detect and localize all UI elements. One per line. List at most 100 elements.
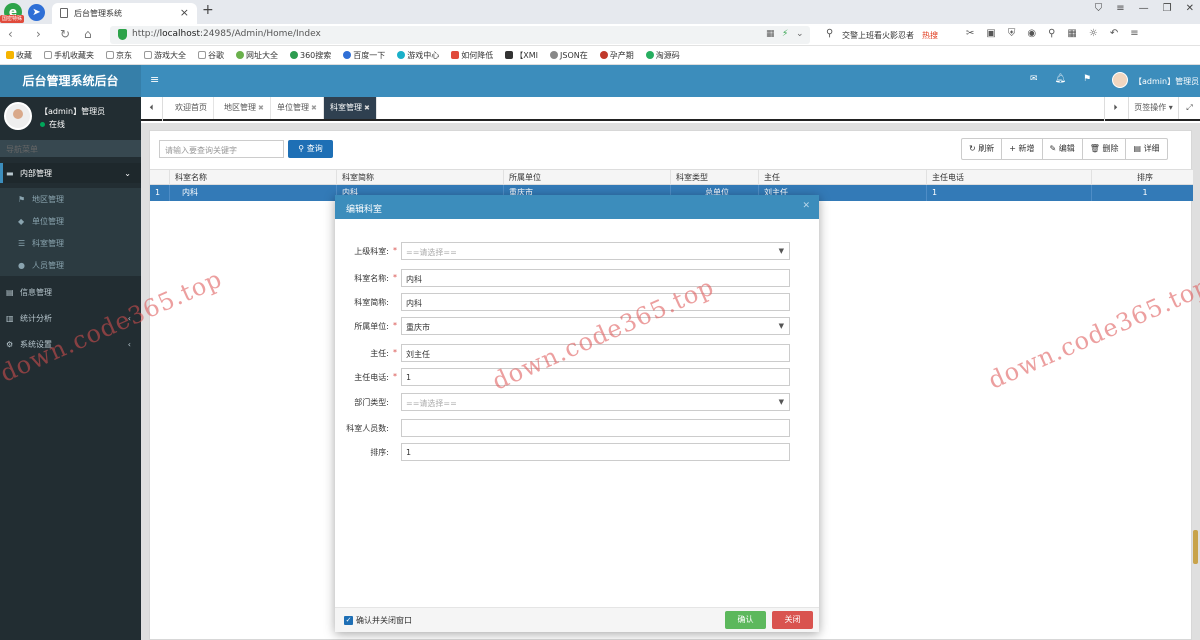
tab-welcome[interactable]: 欢迎首页	[169, 97, 214, 119]
bookmark-item[interactable]: 360搜索	[290, 50, 331, 61]
minimize-icon[interactable]: —	[1139, 3, 1149, 14]
header-cell[interactable]: 排序	[1092, 170, 1193, 186]
bookmark-item[interactable]: 百度一下	[343, 50, 385, 61]
navigate-icon[interactable]: ➤	[28, 4, 45, 21]
header-cell[interactable]: 主任	[759, 170, 927, 186]
avatar[interactable]	[1112, 72, 1128, 88]
header-cell[interactable]: 所属单位	[504, 170, 671, 186]
dept-type-select[interactable]: ==请选择== ▼	[401, 393, 790, 411]
table-cell: 内科	[170, 185, 337, 201]
back-icon[interactable]: ‹	[8, 27, 13, 41]
bookmark-item[interactable]: 如何降低	[451, 50, 493, 61]
grid-icon[interactable]: ▦	[766, 29, 775, 39]
sidebar-item-dept[interactable]: ☰ 科室管理	[0, 232, 141, 254]
header-user-name[interactable]: 【admin】管理员	[1134, 76, 1199, 87]
restore-icon[interactable]: ❐	[1163, 3, 1172, 14]
search-box[interactable]: ⚲ 交警上班看火影忍者 热搜	[822, 26, 952, 44]
dept-short-input[interactable]: 内科	[401, 293, 790, 311]
dept-name-input[interactable]: 内科	[401, 269, 790, 287]
flag-icon[interactable]: ⚑	[1083, 74, 1091, 84]
brightness-icon[interactable]: ☼	[1089, 28, 1098, 39]
bookmark-item[interactable]: 孕产期	[599, 50, 634, 61]
tab-region[interactable]: 地区管理 ✖	[218, 97, 271, 119]
bookmark-item[interactable]: 京东	[106, 50, 132, 61]
close-icon[interactable]: ✖	[311, 104, 317, 112]
address-bar[interactable]: http://localhost:24985/Admin/Home/Index …	[110, 26, 810, 44]
tab-options[interactable]: 页签操作 ▾	[1128, 97, 1178, 119]
close-icon[interactable]: ✕	[802, 201, 810, 211]
confirm-close-checkbox[interactable]: ✓	[344, 616, 353, 625]
bookmark-item[interactable]: 手机收藏夹	[44, 50, 94, 61]
fullscreen-icon[interactable]: ⤢	[1178, 97, 1200, 119]
checkbox-label[interactable]: 确认并关闭窗口	[356, 615, 412, 626]
close-icon[interactable]: ✖	[364, 104, 370, 112]
edit-dialog: 编辑科室 ✕ 上级科室: * ==请选择== ▼ 科室名称: * 内科 科室简称:…	[335, 195, 819, 632]
tab-unit[interactable]: 单位管理 ✖	[271, 97, 324, 119]
shirt-icon[interactable]: ⛉	[1095, 3, 1103, 14]
shield-ext-icon[interactable]: ⛨	[1008, 28, 1016, 39]
parent-dept-select[interactable]: ==请选择== ▼	[401, 242, 790, 260]
add-button[interactable]: + 新增	[1002, 139, 1043, 159]
refresh-button[interactable]: ↻ 刷新	[962, 139, 1003, 159]
browser-tab[interactable]: 后台管理系统 ×	[52, 3, 197, 24]
apps-icon[interactable]: ▦	[1067, 28, 1076, 39]
forward-icon[interactable]: ›	[36, 27, 41, 41]
admin-header: 后台管理系统后台 ≡ ✉ 🔔︎ ⚑ 【admin】管理员	[0, 65, 1200, 97]
detail-button[interactable]: ▤ 详细	[1126, 139, 1166, 159]
confirm-button[interactable]: 确认	[725, 611, 766, 629]
bookmark-item[interactable]: 收藏	[6, 50, 32, 61]
close-button[interactable]: 关闭	[772, 611, 813, 629]
tabs-prev-icon[interactable]: ⏴	[141, 97, 163, 121]
bookmark-item[interactable]: 网址大全	[236, 50, 278, 61]
shield-icon	[118, 29, 127, 40]
header-cell[interactable]: 科室简称	[337, 170, 504, 186]
sidebar-item-region[interactable]: ⚑ 地区管理	[0, 188, 141, 210]
delete-button[interactable]: 🗑︎ 删除	[1083, 139, 1127, 159]
close-icon[interactable]: ✖	[258, 104, 264, 112]
game-icon[interactable]: ◉	[1027, 28, 1036, 39]
sidebar-item-internal[interactable]: ▬ 内部管理 ⌄	[0, 163, 141, 183]
dropdown-icon[interactable]: ⌄	[796, 29, 804, 39]
director-phone-input[interactable]: 1	[401, 368, 790, 386]
bookmark-item[interactable]: 谷歌	[198, 50, 224, 61]
bookmark-item[interactable]: 淘源码	[645, 50, 680, 61]
more-icon[interactable]: ≡	[1130, 28, 1138, 39]
search-input[interactable]: 请输入要查询关键字	[159, 140, 284, 158]
undo-icon[interactable]: ↶	[1110, 28, 1118, 39]
bookmark-item[interactable]: 游戏大全	[144, 50, 186, 61]
bookmark-item[interactable]: JSON在	[550, 50, 588, 61]
folder-icon	[44, 51, 52, 59]
sidebar-item-info[interactable]: ▤ 信息管理	[0, 282, 141, 302]
bell-icon[interactable]: 🔔︎	[1055, 74, 1066, 84]
mail-icon[interactable]: ✉	[1030, 74, 1038, 84]
search-button[interactable]: ⚲ 查询	[288, 140, 333, 158]
home-icon[interactable]: ⌂	[84, 27, 92, 41]
staff-count-input[interactable]	[401, 419, 790, 437]
sidebar-toggle-icon[interactable]: ≡	[150, 73, 159, 86]
scrollbar-thumb[interactable]	[1193, 530, 1198, 564]
close-tab-icon[interactable]: ×	[180, 6, 189, 19]
page-icon	[144, 51, 152, 59]
lightning-icon[interactable]: ⚡	[782, 29, 788, 39]
new-tab-icon[interactable]: +	[202, 2, 214, 18]
zoom-icon[interactable]: ⚲	[1048, 28, 1055, 39]
header-cell[interactable]: 主任电话	[927, 170, 1092, 186]
bookmark-item[interactable]: 【XMI	[505, 50, 538, 61]
tab-dept[interactable]: 科室管理 ✖	[324, 97, 377, 119]
header-cell[interactable]: 科室名称	[170, 170, 337, 186]
scissors-icon[interactable]: ✂	[966, 28, 974, 39]
bookmark-item[interactable]: 游戏中心	[397, 50, 439, 61]
sidebar-header: 导航菜单	[0, 140, 141, 157]
extension-icon[interactable]: ▣	[986, 28, 995, 39]
hot-search[interactable]: 热搜	[922, 30, 938, 41]
sidebar-item-unit[interactable]: ◆ 单位管理	[0, 210, 141, 232]
menu-icon[interactable]: ≡	[1116, 3, 1124, 14]
header-cell[interactable]: 科室类型	[671, 170, 759, 186]
tabs-next-icon[interactable]: ⏵	[1104, 97, 1126, 121]
sidebar-item-staff[interactable]: ● 人员管理	[0, 254, 141, 276]
close-window-icon[interactable]: ✕	[1186, 3, 1194, 14]
edit-button[interactable]: ✎ 编辑	[1043, 139, 1083, 159]
reload-icon[interactable]: ↻	[60, 27, 70, 41]
field-label: 排序:	[370, 448, 389, 457]
sort-input[interactable]: 1	[401, 443, 790, 461]
